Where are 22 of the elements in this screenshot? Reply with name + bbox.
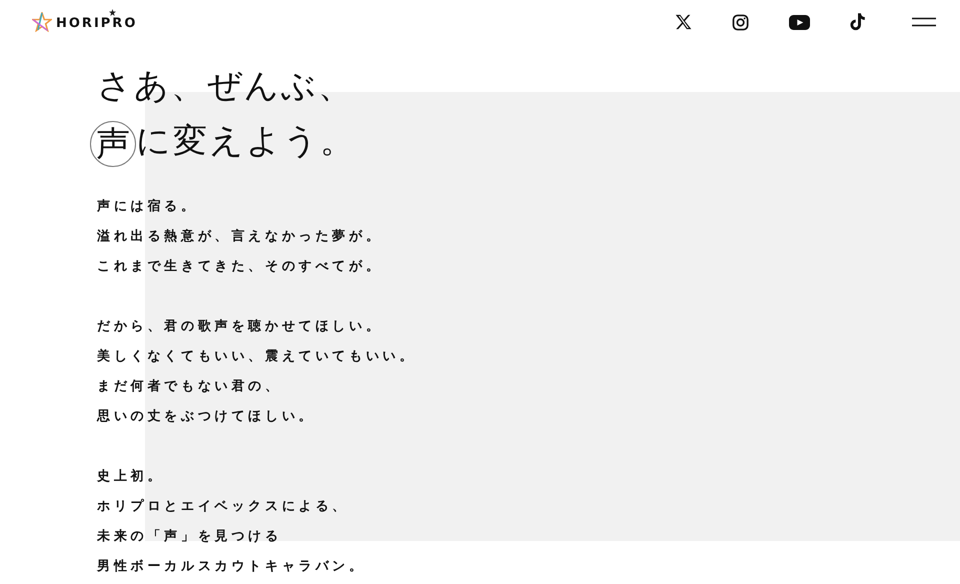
- body-text: だから、君の歌声を聴かせてほしい。: [97, 318, 383, 336]
- star-icon: [109, 9, 116, 16]
- body-text: 男性ボーカルスカウトキャラバン。: [97, 558, 366, 576]
- body-text: 史上初。: [97, 468, 164, 486]
- body-text: 溢れ出る熱意が、言えなかった夢が。: [97, 228, 383, 246]
- body-text: ホリプロとエイベックスによる、: [97, 498, 349, 516]
- x-logo-icon[interactable]: [675, 14, 692, 30]
- play-icon[interactable]: [789, 14, 810, 30]
- headline-text: に変えよう。: [136, 120, 356, 163]
- body-text: 思いの丈をぶつけてほしい。: [97, 408, 316, 426]
- body-text: 未来の「声」を見つける: [97, 528, 282, 546]
- headline-text: さあ、ぜんぶ、: [97, 65, 354, 108]
- body-text: 美しくなくてもいい、震えていてもいい。: [97, 348, 416, 366]
- body-text: 声には宿る。: [97, 198, 198, 216]
- star-logo-icon: [32, 12, 52, 32]
- instagram-icon[interactable]: [732, 14, 749, 30]
- circled-headline-text: 声: [90, 120, 136, 166]
- menu-icon[interactable]: [912, 17, 936, 27]
- tiktok-icon[interactable]: [850, 13, 866, 31]
- body-text: これまで生きてきた、そのすべてが。: [97, 258, 383, 276]
- body-text: まだ何者でもない君の、: [97, 378, 282, 396]
- logo-text[interactable]: HORIPRO: [56, 14, 138, 30]
